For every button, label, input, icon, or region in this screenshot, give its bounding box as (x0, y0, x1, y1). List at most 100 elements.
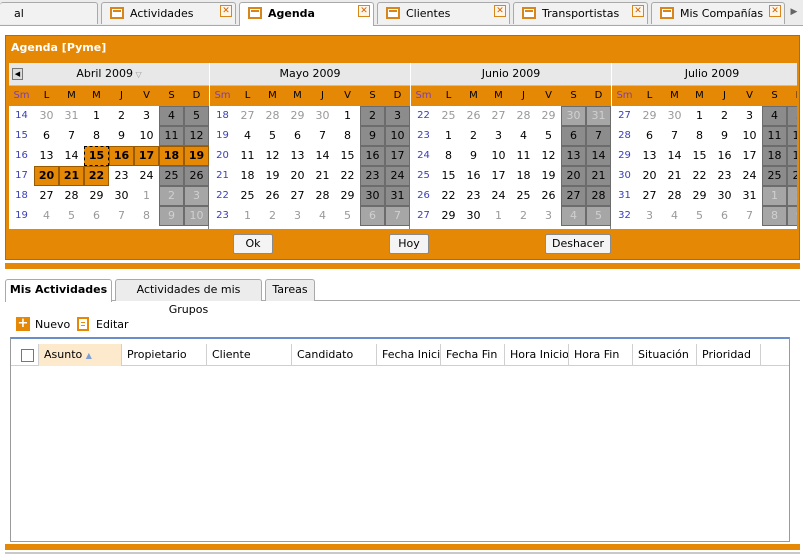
calendar-day[interactable]: 15 (687, 146, 712, 166)
calendar-day[interactable]: 26 (260, 186, 285, 206)
tab-scroll-right-icon[interactable]: ▶ (788, 4, 800, 20)
close-icon[interactable]: ✕ (494, 5, 506, 17)
calendar-day[interactable]: 30 (310, 106, 335, 126)
previous-month-icon[interactable]: ◀ (12, 68, 23, 80)
calendar-day[interactable]: 18 (159, 146, 184, 166)
week-number[interactable]: 25 (411, 166, 436, 186)
calendar-day[interactable]: 14 (59, 146, 84, 166)
calendar-day[interactable]: 2 (159, 186, 184, 206)
calendar-day[interactable]: 30 (662, 106, 687, 126)
calendar-day[interactable]: 5 (184, 106, 209, 126)
calendar-day[interactable]: 12 (536, 146, 561, 166)
calendar-day[interactable]: 2 (511, 206, 536, 226)
calendar-day[interactable]: 1 (335, 106, 360, 126)
calendar-day[interactable]: 28 (586, 186, 611, 206)
week-number[interactable]: 17 (9, 166, 34, 186)
week-number[interactable]: 18 (210, 106, 235, 126)
calendar-day[interactable]: 2 (360, 106, 385, 126)
calendar-day[interactable]: 29 (637, 106, 662, 126)
calendar-day[interactable]: 4 (235, 126, 260, 146)
calendar-day[interactable]: 16 (712, 146, 737, 166)
calendar-day[interactable]: 31 (737, 186, 762, 206)
calendar-day[interactable]: 6 (637, 126, 662, 146)
calendar-day[interactable]: 3 (285, 206, 310, 226)
close-icon[interactable]: ✕ (358, 5, 370, 17)
calendar-day[interactable]: 11 (762, 126, 787, 146)
calendar-day[interactable]: 19 (184, 146, 209, 166)
week-number[interactable]: 23 (411, 126, 436, 146)
week-number[interactable]: 22 (411, 106, 436, 126)
calendar-day[interactable]: 30 (461, 206, 486, 226)
calendar-day[interactable]: 27 (34, 186, 59, 206)
calendar-day[interactable]: 7 (59, 126, 84, 146)
week-number[interactable]: 31 (612, 186, 637, 206)
calendar-day[interactable]: 17 (737, 146, 762, 166)
calendar-day[interactable]: 29 (335, 186, 360, 206)
calendar-day[interactable]: 29 (687, 186, 712, 206)
calendar-day[interactable]: 22 (84, 166, 109, 186)
calendar-day[interactable]: 11 (235, 146, 260, 166)
calendar-day[interactable]: 10 (184, 206, 209, 226)
calendar-day[interactable]: 11 (511, 146, 536, 166)
column-header-prioridad[interactable]: Prioridad (697, 344, 761, 366)
calendar-day[interactable]: 26 (787, 166, 797, 186)
calendar-day[interactable]: 30 (360, 186, 385, 206)
calendar-day[interactable]: 3 (385, 106, 410, 126)
calendar-day[interactable]: 12 (184, 126, 209, 146)
calendar-day[interactable]: 27 (235, 106, 260, 126)
week-number[interactable]: 22 (210, 186, 235, 206)
calendar-day[interactable]: 24 (134, 166, 159, 186)
calendar-day[interactable]: 8 (134, 206, 159, 226)
calendar-day[interactable]: 10 (486, 146, 511, 166)
tab-mis-companias[interactable]: Mis Compañías ✕ (651, 2, 785, 24)
select-all-checkbox[interactable] (21, 349, 34, 362)
calendar-day[interactable]: 20 (637, 166, 662, 186)
column-header-cliente[interactable]: Cliente (207, 344, 292, 366)
calendar-day[interactable]: 23 (109, 166, 134, 186)
tab-agenda[interactable]: Agenda ✕ (239, 2, 374, 26)
calendar-day[interactable]: 1 (687, 106, 712, 126)
tab-general[interactable]: al (0, 2, 98, 24)
calendar-day[interactable]: 30 (712, 186, 737, 206)
close-icon[interactable]: ✕ (220, 5, 232, 17)
column-header-hora-inicio[interactable]: Hora Inicio (505, 344, 569, 366)
calendar-day[interactable]: 20 (34, 166, 59, 186)
calendar-day[interactable]: 7 (109, 206, 134, 226)
close-icon[interactable]: ✕ (632, 5, 644, 17)
calendar-day[interactable]: 18 (511, 166, 536, 186)
ok-button[interactable]: Ok (233, 234, 273, 254)
calendar-day[interactable]: 27 (285, 186, 310, 206)
calendar-day[interactable]: 25 (436, 106, 461, 126)
calendar-day[interactable]: 13 (34, 146, 59, 166)
calendar-day[interactable]: 7 (662, 126, 687, 146)
calendar-day[interactable]: 1 (486, 206, 511, 226)
calendar-day[interactable]: 17 (486, 166, 511, 186)
calendar-day[interactable]: 1 (134, 186, 159, 206)
week-number[interactable]: 14 (9, 106, 34, 126)
calendar-day[interactable]: 26 (536, 186, 561, 206)
calendar-day[interactable]: 12 (787, 126, 797, 146)
calendar-day[interactable]: 6 (34, 126, 59, 146)
calendar-day[interactable]: 4 (561, 206, 586, 226)
calendar-day[interactable]: 7 (385, 206, 410, 226)
calendar-day[interactable]: 4 (310, 206, 335, 226)
week-number[interactable]: 20 (210, 146, 235, 166)
calendar-day[interactable]: 28 (59, 186, 84, 206)
calendar-day[interactable]: 15 (436, 166, 461, 186)
month-picker-icon[interactable]: ▽ (133, 70, 142, 79)
calendar-day[interactable]: 4 (762, 106, 787, 126)
calendar-day[interactable]: 28 (511, 106, 536, 126)
calendar-day[interactable]: 14 (586, 146, 611, 166)
week-number[interactable]: 21 (210, 166, 235, 186)
calendar-day[interactable]: 14 (310, 146, 335, 166)
calendar-day[interactable]: 31 (586, 106, 611, 126)
calendar-day[interactable]: 9 (159, 206, 184, 226)
calendar-day[interactable]: 2 (260, 206, 285, 226)
calendar-day[interactable]: 25 (762, 166, 787, 186)
calendar-day[interactable]: 24 (486, 186, 511, 206)
calendar-day[interactable]: 3 (486, 126, 511, 146)
calendar-day[interactable]: 25 (511, 186, 536, 206)
tab-mis-actividades[interactable]: Mis Actividades (5, 279, 112, 302)
calendar-day[interactable]: 21 (662, 166, 687, 186)
calendar-day[interactable]: 4 (511, 126, 536, 146)
